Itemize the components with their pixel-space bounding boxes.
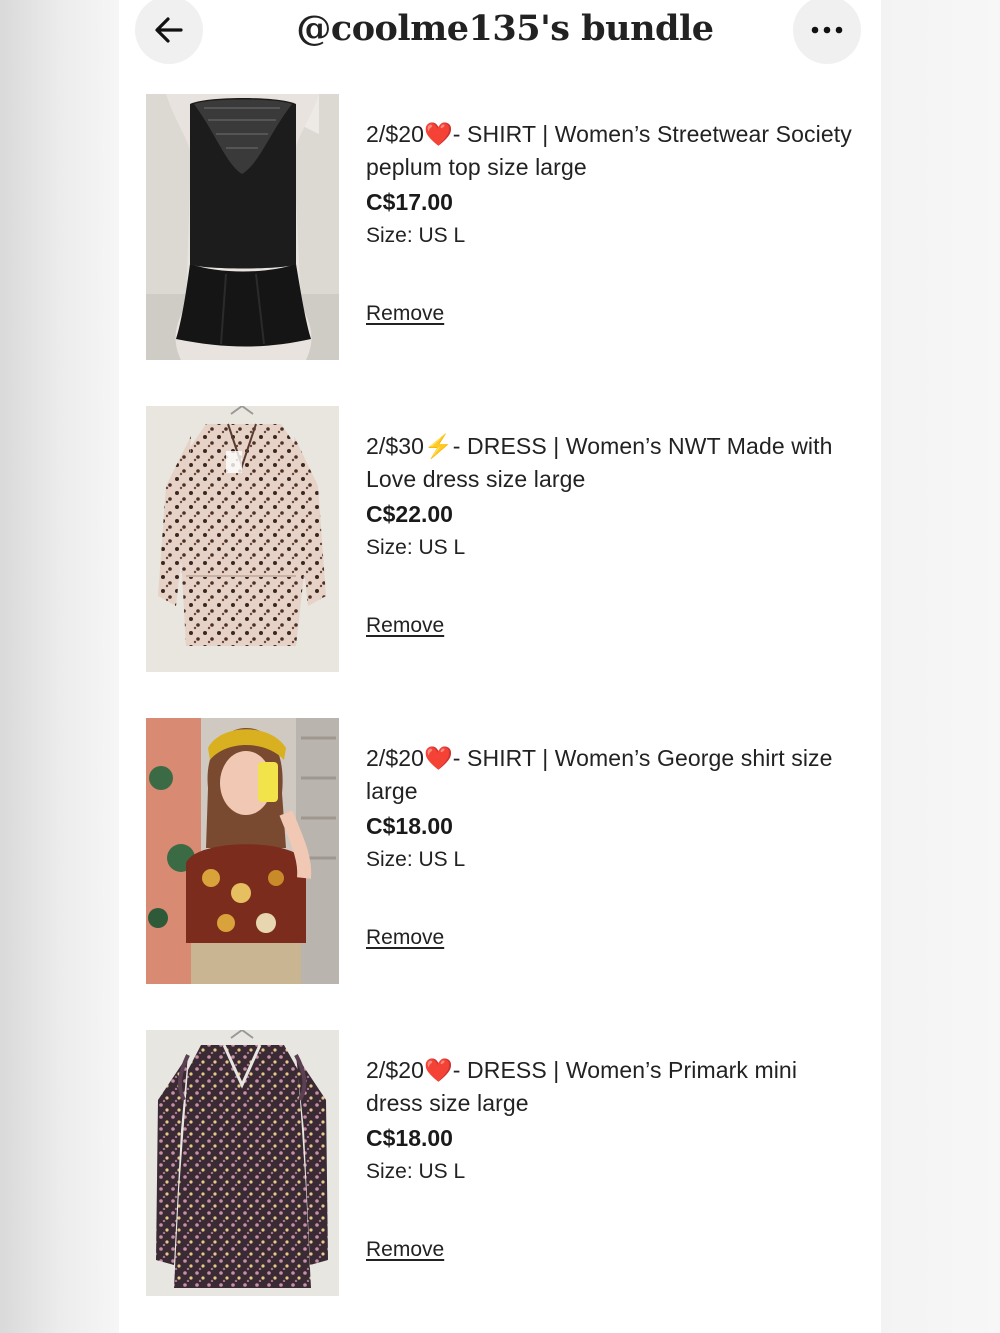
remove-button[interactable]: Remove	[366, 1238, 444, 1262]
item-thumbnail[interactable]	[146, 1030, 339, 1296]
bundle-item: 2/$20❤️- SHIRT | Women’s George shirt si…	[119, 718, 881, 1030]
item-size: Size: US L	[366, 848, 466, 871]
item-size: Size: US L	[366, 1160, 466, 1183]
peplum-top-photo	[146, 94, 339, 360]
item-price: C$18.00	[366, 1125, 453, 1151]
more-horizontal-icon	[811, 26, 843, 34]
bundle-screen: @coolme135's bundle 2/$20❤️- SHIRT | Wom…	[119, 0, 881, 1333]
item-thumbnail[interactable]	[146, 406, 339, 672]
bundle-item-list: 2/$20❤️- SHIRT | Women’s Streetwear Soci…	[119, 94, 881, 1333]
item-title[interactable]: 2/$30⚡️- DRESS | Women’s NWT Made with L…	[366, 430, 856, 496]
item-thumbnail[interactable]	[146, 718, 339, 984]
floral-mini-dress-photo	[146, 1030, 339, 1296]
remove-button[interactable]: Remove	[366, 926, 444, 950]
leopard-dress-photo	[146, 406, 339, 672]
bundle-item: 2/$30⚡️- DRESS | Women’s NWT Made with L…	[119, 406, 881, 718]
item-price: C$17.00	[366, 189, 453, 215]
item-info: 2/$20❤️- DRESS | Women’s Primark mini dr…	[366, 1054, 856, 1186]
item-price: C$18.00	[366, 813, 453, 839]
remove-button[interactable]: Remove	[366, 614, 444, 638]
remove-button[interactable]: Remove	[366, 302, 444, 326]
item-info: 2/$30⚡️- DRESS | Women’s NWT Made with L…	[366, 430, 856, 562]
item-info: 2/$20❤️- SHIRT | Women’s Streetwear Soci…	[366, 118, 856, 250]
page-title: @coolme135's bundle	[296, 8, 714, 49]
item-title[interactable]: 2/$20❤️- SHIRT | Women’s Streetwear Soci…	[366, 118, 856, 184]
item-price: C$22.00	[366, 501, 453, 527]
item-title[interactable]: 2/$20❤️- DRESS | Women’s Primark mini dr…	[366, 1054, 856, 1120]
bundle-item: 2/$20❤️- DRESS | Women’s Primark mini dr…	[119, 1030, 881, 1333]
header: @coolme135's bundle	[119, 0, 881, 70]
item-size: Size: US L	[366, 536, 466, 559]
item-info: 2/$20❤️- SHIRT | Women’s George shirt si…	[366, 742, 856, 874]
more-options-button[interactable]	[793, 0, 861, 64]
bundle-item: 2/$20❤️- SHIRT | Women’s Streetwear Soci…	[119, 94, 881, 406]
item-thumbnail[interactable]	[146, 94, 339, 360]
item-size: Size: US L	[366, 224, 466, 247]
item-title[interactable]: 2/$20❤️- SHIRT | Women’s George shirt si…	[366, 742, 856, 808]
floral-shirt-selfie-photo	[146, 718, 339, 984]
